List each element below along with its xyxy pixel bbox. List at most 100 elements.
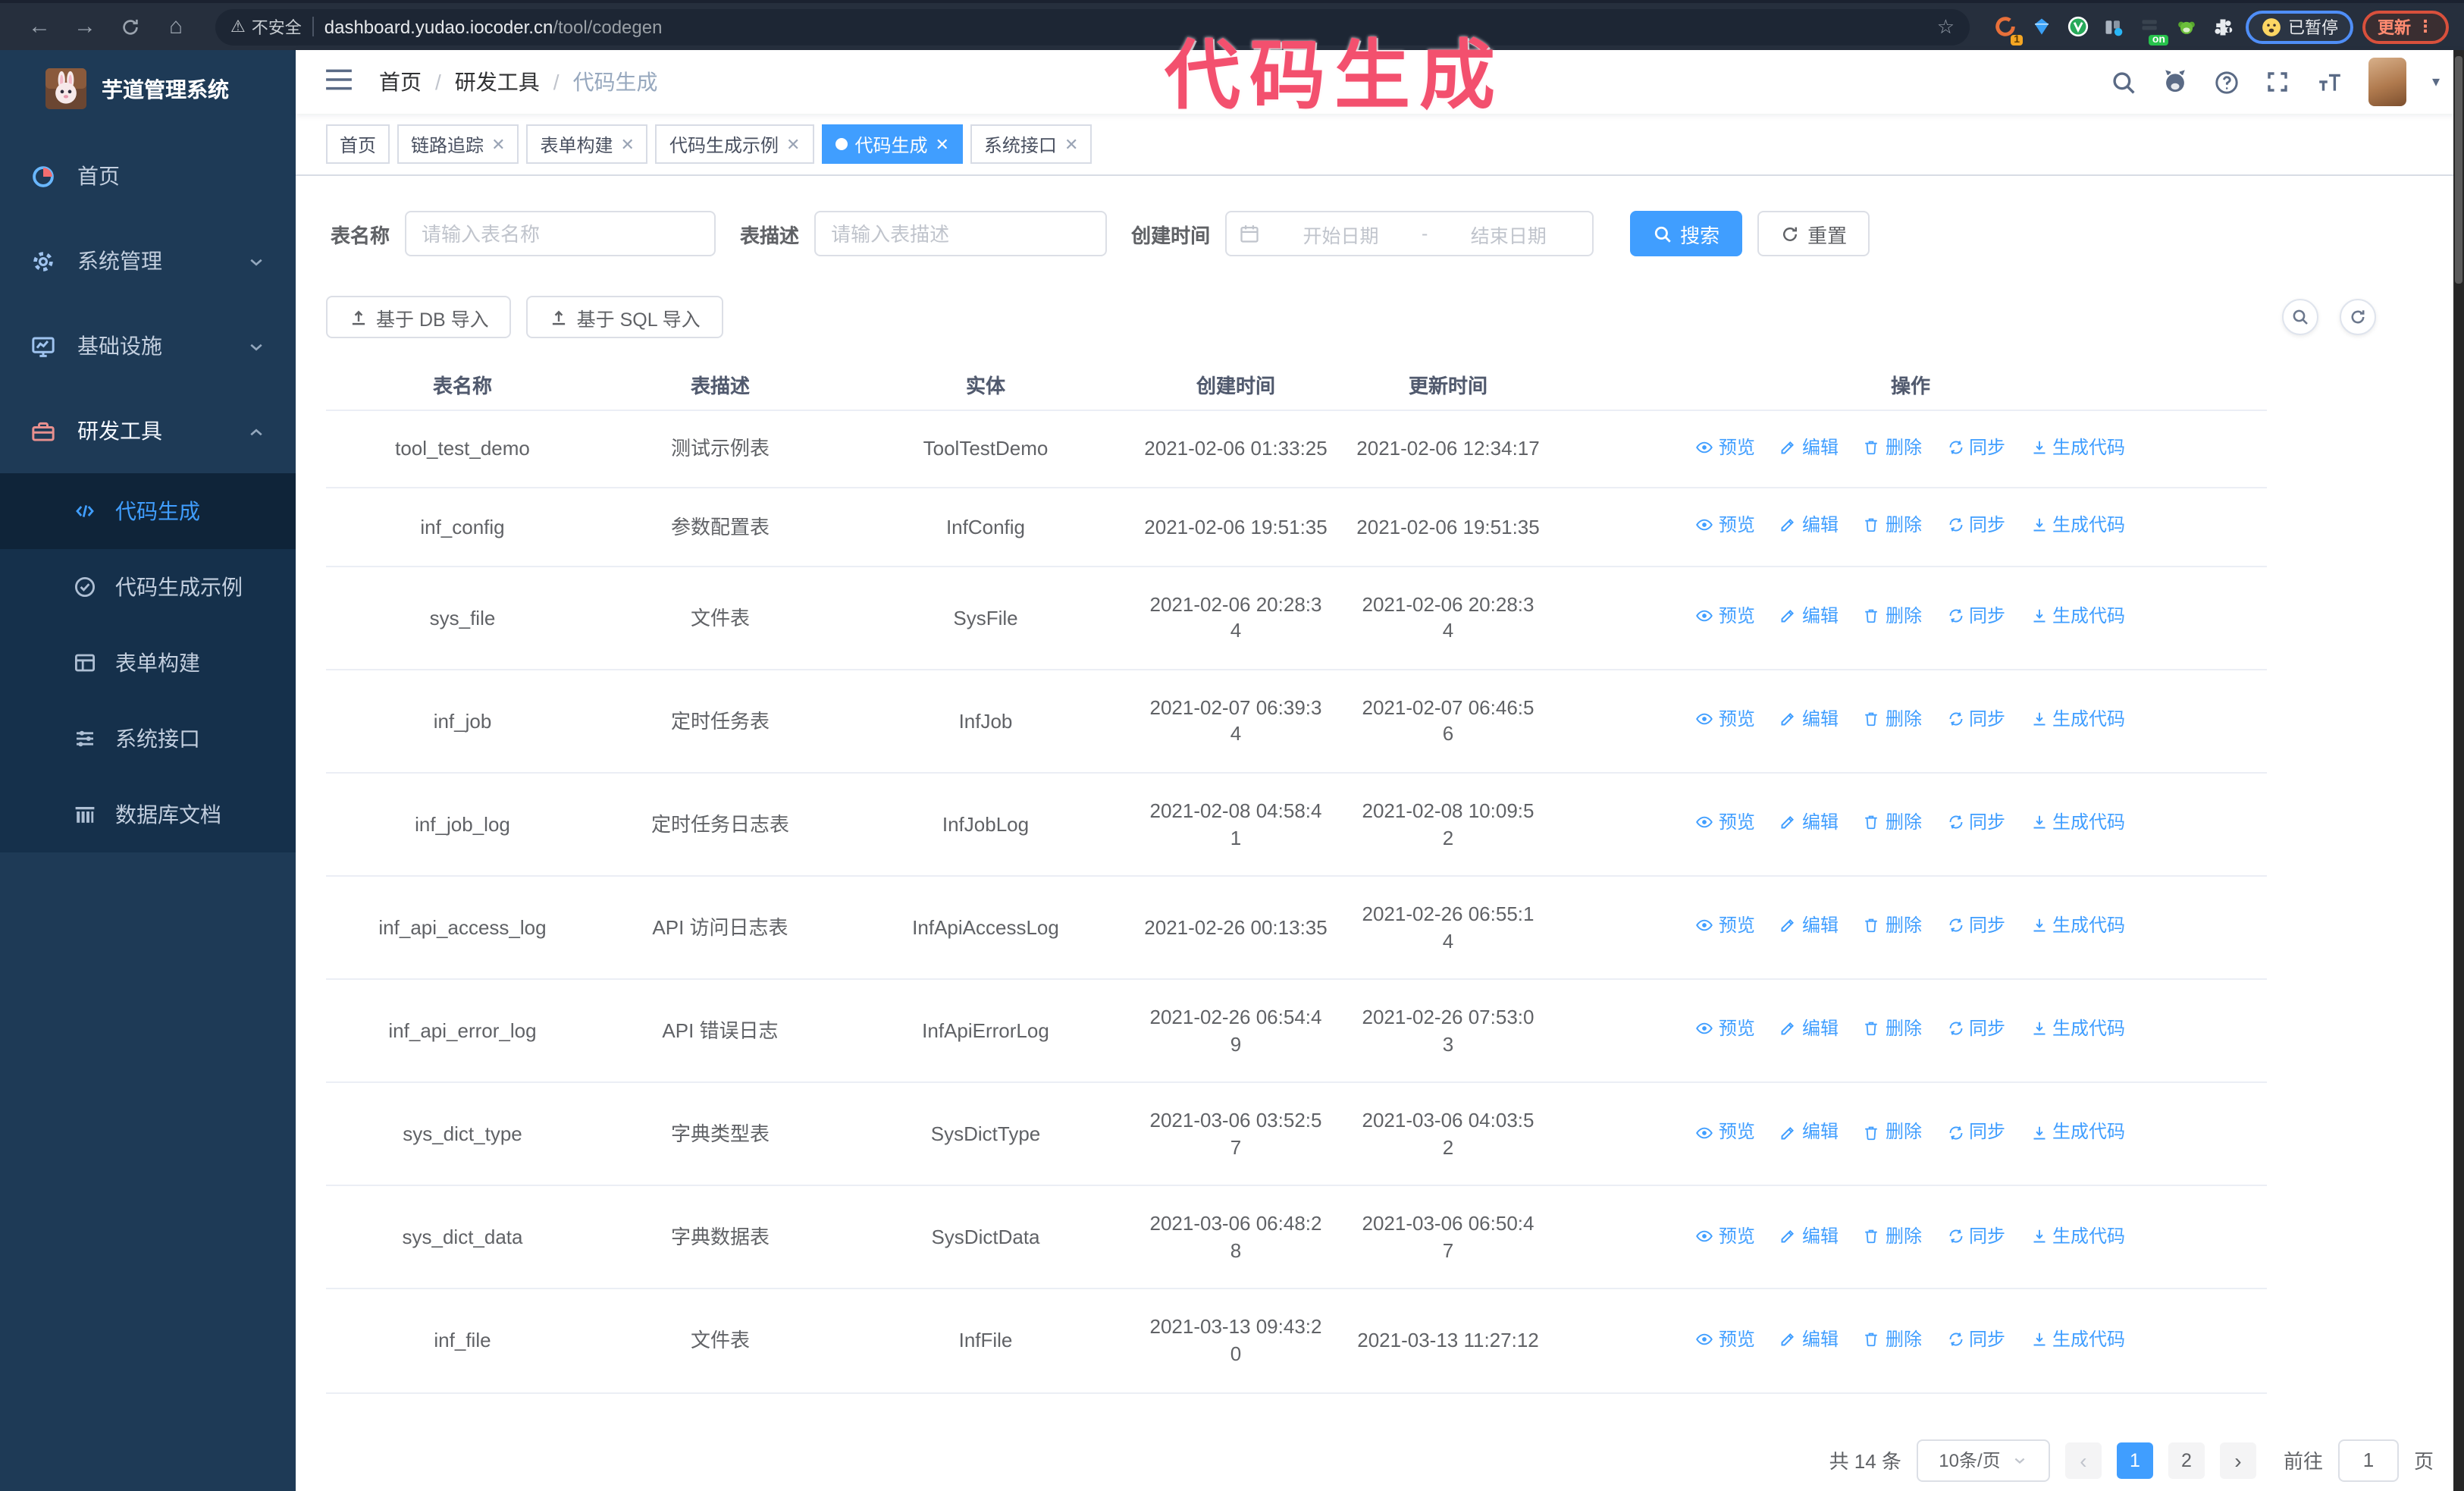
goto-page-input[interactable] [2337, 1439, 2399, 1482]
delete-link[interactable]: 删除 [1863, 1017, 1922, 1041]
edit-link[interactable]: 编辑 [1779, 604, 1839, 628]
delete-link[interactable]: 删除 [1863, 1326, 1922, 1351]
sidebar-subitem-0[interactable]: 代码生成 [0, 473, 296, 549]
tab-1[interactable]: 链路追踪 ✕ [397, 124, 519, 164]
import-sql-button[interactable]: 基于 SQL 导入 [526, 296, 723, 338]
extension-orange-icon[interactable]: 1 [1991, 13, 2023, 45]
generate-code-link[interactable]: 生成代码 [2030, 1017, 2125, 1041]
forward-icon[interactable]: → [67, 8, 103, 45]
tab-4[interactable]: 代码生成 ✕ [821, 124, 963, 164]
edit-link[interactable]: 编辑 [1779, 435, 1839, 459]
edit-link[interactable]: 编辑 [1779, 1326, 1839, 1351]
preview-link[interactable]: 预览 [1696, 707, 1755, 731]
delete-link[interactable]: 删除 [1863, 914, 1922, 938]
sync-link[interactable]: 同步 [1946, 914, 2005, 938]
extension-monkey-icon[interactable] [2173, 13, 2200, 40]
reset-button[interactable]: 重置 [1757, 211, 1870, 256]
page-scrollbar[interactable] [2453, 50, 2464, 1491]
browser-menu-icon[interactable]: ⋮ [2417, 17, 2434, 36]
preview-link[interactable]: 预览 [1696, 1017, 1755, 1041]
breadcrumb-dev-tools[interactable]: 研发工具 [455, 67, 540, 97]
tab-2[interactable]: 表单构建 ✕ [526, 124, 648, 164]
sidebar-item-1[interactable]: 系统管理 [0, 218, 296, 303]
generate-code-link[interactable]: 生成代码 [2030, 1326, 2125, 1351]
sidebar-subitem-3[interactable]: 系统接口 [0, 701, 296, 777]
update-chip[interactable]: 更新 ⋮ [2362, 10, 2449, 43]
delete-link[interactable]: 删除 [1863, 435, 1922, 459]
delete-link[interactable]: 删除 [1863, 1120, 1922, 1144]
preview-link[interactable]: 预览 [1696, 1120, 1755, 1144]
avatar[interactable] [2368, 58, 2406, 106]
sidebar-item-2[interactable]: 基础设施 [0, 303, 296, 388]
reload-icon[interactable] [112, 8, 149, 45]
page-button-2[interactable]: 2 [2168, 1442, 2205, 1479]
preview-link[interactable]: 预览 [1696, 513, 1755, 537]
delete-link[interactable]: 删除 [1863, 810, 1922, 834]
generate-code-link[interactable]: 生成代码 [2030, 1120, 2125, 1144]
tab-3[interactable]: 代码生成示例 ✕ [655, 124, 814, 164]
generate-code-link[interactable]: 生成代码 [2030, 604, 2125, 628]
preview-link[interactable]: 预览 [1696, 810, 1755, 834]
preview-link[interactable]: 预览 [1696, 435, 1755, 459]
sync-link[interactable]: 同步 [1946, 1223, 2005, 1248]
extension-green-check-icon[interactable] [2064, 13, 2091, 40]
sync-link[interactable]: 同步 [1946, 810, 2005, 834]
create-time-range-picker[interactable]: 开始日期 - 结束日期 [1225, 211, 1594, 256]
sidebar-subitem-4[interactable]: 数据库文档 [0, 777, 296, 852]
font-size-icon[interactable] [2317, 69, 2343, 95]
help-icon[interactable] [2214, 69, 2240, 95]
generate-code-link[interactable]: 生成代码 [2030, 914, 2125, 938]
extension-gem-icon[interactable] [2027, 13, 2055, 40]
preview-link[interactable]: 预览 [1696, 1223, 1755, 1248]
edit-link[interactable]: 编辑 [1779, 914, 1839, 938]
tab-5[interactable]: 系统接口 ✕ [970, 124, 1092, 164]
caret-down-icon[interactable]: ▾ [2432, 74, 2440, 90]
sync-link[interactable]: 同步 [1946, 707, 2005, 731]
close-icon[interactable]: ✕ [491, 134, 505, 154]
extension-puzzle-icon[interactable] [2209, 13, 2237, 40]
generate-code-link[interactable]: 生成代码 [2030, 810, 2125, 834]
extension-columns-icon[interactable] [2100, 13, 2127, 40]
extension-switch-icon[interactable]: on [2136, 13, 2168, 45]
sidebar-item-0[interactable]: 首页 [0, 133, 296, 218]
breadcrumb-home[interactable]: 首页 [379, 67, 422, 97]
generate-code-link[interactable]: 生成代码 [2030, 435, 2125, 459]
sidebar-subitem-2[interactable]: 表单构建 [0, 625, 296, 701]
back-icon[interactable]: ← [21, 8, 58, 45]
sync-link[interactable]: 同步 [1946, 1120, 2005, 1144]
preview-link[interactable]: 预览 [1696, 604, 1755, 628]
sync-link[interactable]: 同步 [1946, 1326, 2005, 1351]
delete-link[interactable]: 删除 [1863, 604, 1922, 628]
search-button[interactable]: 搜索 [1630, 211, 1743, 256]
generate-code-link[interactable]: 生成代码 [2030, 1223, 2125, 1248]
sync-link[interactable]: 同步 [1946, 1017, 2005, 1041]
sync-link[interactable]: 同步 [1946, 604, 2005, 628]
search-toggle-icon[interactable] [2282, 299, 2318, 335]
hamburger-icon[interactable] [324, 67, 355, 97]
preview-link[interactable]: 预览 [1696, 1326, 1755, 1351]
tab-0[interactable]: 首页 [326, 124, 390, 164]
logo-row[interactable]: 芋道管理系统 [0, 50, 296, 124]
edit-link[interactable]: 编辑 [1779, 810, 1839, 834]
search-icon[interactable] [2111, 69, 2136, 95]
table-name-input[interactable] [405, 211, 716, 256]
delete-link[interactable]: 删除 [1863, 1223, 1922, 1248]
close-icon[interactable]: ✕ [935, 134, 948, 154]
page-size-select[interactable]: 10条/页 [1916, 1439, 2050, 1482]
edit-link[interactable]: 编辑 [1779, 1120, 1839, 1144]
generate-code-link[interactable]: 生成代码 [2030, 513, 2125, 537]
insecure-warning[interactable]: ⚠ 不安全 [230, 14, 302, 39]
edit-link[interactable]: 编辑 [1779, 707, 1839, 731]
generate-code-link[interactable]: 生成代码 [2030, 707, 2125, 731]
delete-link[interactable]: 删除 [1863, 707, 1922, 731]
bookmark-star-icon[interactable]: ☆ [1937, 14, 1955, 39]
fullscreen-icon[interactable] [2265, 69, 2291, 95]
address-bar[interactable]: ⚠ 不安全 dashboard.yudao.iocoder.cn/tool/co… [215, 8, 1970, 45]
close-icon[interactable]: ✕ [786, 134, 800, 154]
scrollbar-thumb[interactable] [2455, 56, 2462, 284]
refresh-icon[interactable] [2340, 299, 2376, 335]
sync-link[interactable]: 同步 [1946, 513, 2005, 537]
next-page-button[interactable]: › [2219, 1442, 2256, 1479]
import-db-button[interactable]: 基于 DB 导入 [326, 296, 512, 338]
home-icon[interactable]: ⌂ [158, 8, 194, 45]
